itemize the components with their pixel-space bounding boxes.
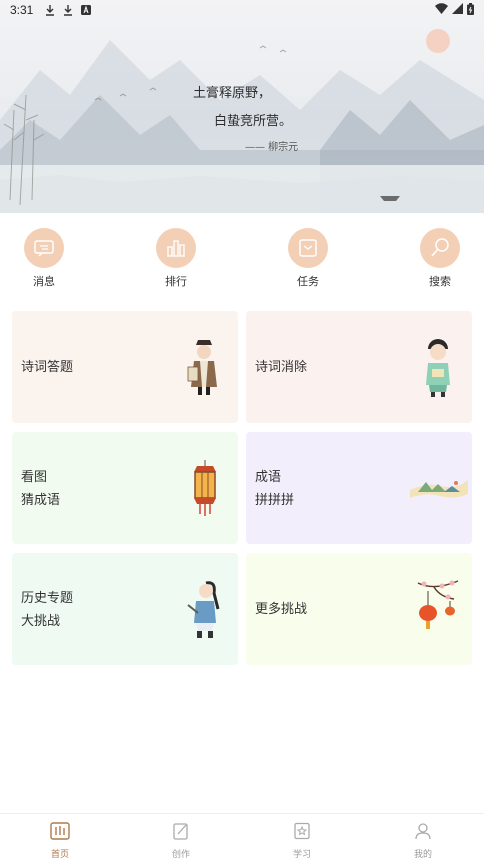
quick-action-label: 搜索 — [429, 275, 451, 288]
card-poetry-quiz[interactable]: 诗词答题 — [12, 311, 238, 423]
task-icon — [288, 228, 328, 268]
card-history-challenge[interactable]: 历史专题 大挑战 — [12, 553, 238, 665]
nav-create[interactable]: 创作 — [151, 822, 211, 860]
poem-line-2: 白蛰竞所营。 — [214, 114, 293, 129]
battery-icon — [467, 2, 474, 18]
search-icon — [420, 228, 460, 268]
poem-line-1: 土膏释原野， — [193, 86, 272, 101]
card-more-challenges[interactable]: 更多挑战 — [246, 553, 472, 665]
status-time: 3:31 — [10, 3, 34, 17]
poem-author: —— 柳宗元 — [245, 142, 299, 153]
card-title-line-2: 拼拼拼 — [255, 493, 295, 508]
hero-banner — [0, 0, 484, 213]
quick-action-ranking[interactable]: 排行 — [146, 228, 206, 289]
quick-action-search[interactable]: 搜索 — [410, 228, 470, 289]
status-bar: 3:31 — [0, 0, 484, 20]
card-title-line-1: 看图 — [21, 470, 48, 485]
card-title: 诗词答题 — [21, 360, 74, 375]
profile-icon — [415, 823, 431, 840]
bottom-navigation: 首页 创作 学习 我的 — [0, 813, 484, 862]
card-title: 诗词消除 — [255, 360, 308, 375]
landscape-scroll-icon — [410, 480, 468, 498]
quick-action-label: 排行 — [165, 275, 187, 288]
create-icon — [173, 823, 188, 840]
quick-action-message[interactable]: 消息 — [14, 228, 74, 289]
nav-home[interactable]: 首页 — [30, 822, 90, 860]
nav-label: 我的 — [413, 850, 432, 860]
plum-blossom-lanterns-icon — [417, 580, 459, 629]
study-icon — [294, 822, 310, 840]
quick-action-label: 任务 — [297, 275, 319, 288]
boy-figure-icon — [426, 339, 450, 397]
card-title-line-1: 成语 — [255, 470, 282, 485]
lantern-icon — [194, 460, 216, 516]
download-icon — [63, 4, 73, 16]
download-icon — [45, 4, 55, 16]
home-icon — [50, 822, 70, 840]
nav-profile[interactable]: 我的 — [393, 822, 453, 860]
nav-label: 学习 — [292, 850, 311, 860]
nav-label: 首页 — [50, 850, 69, 860]
quick-actions: 消息 排行 任务 搜索 — [0, 228, 484, 298]
ink-landscape-illustration — [0, 29, 484, 213]
card-title-line-2: 大挑战 — [21, 614, 61, 629]
nav-label: 创作 — [171, 850, 190, 860]
card-title: 更多挑战 — [255, 602, 308, 617]
quick-action-label: 消息 — [33, 275, 55, 288]
nav-study[interactable]: 学习 — [272, 822, 332, 860]
font-app-icon — [81, 5, 92, 15]
scholar-figure-icon — [187, 340, 217, 395]
message-icon — [24, 228, 64, 268]
card-poetry-elimination[interactable]: 诗词消除 — [246, 311, 472, 423]
card-guess-idiom[interactable]: 看图 猜成语 — [12, 432, 238, 544]
quick-action-task[interactable]: 任务 — [278, 228, 338, 289]
wifi-icon — [435, 3, 448, 17]
card-idiom-puzzle[interactable]: 成语 拼拼拼 — [246, 432, 472, 544]
signal-icon — [452, 3, 463, 17]
warrior-figure-icon — [187, 581, 220, 638]
card-title-line-2: 猜成语 — [21, 493, 61, 508]
card-title-line-1: 历史专题 — [21, 591, 74, 606]
ranking-icon — [156, 228, 196, 268]
